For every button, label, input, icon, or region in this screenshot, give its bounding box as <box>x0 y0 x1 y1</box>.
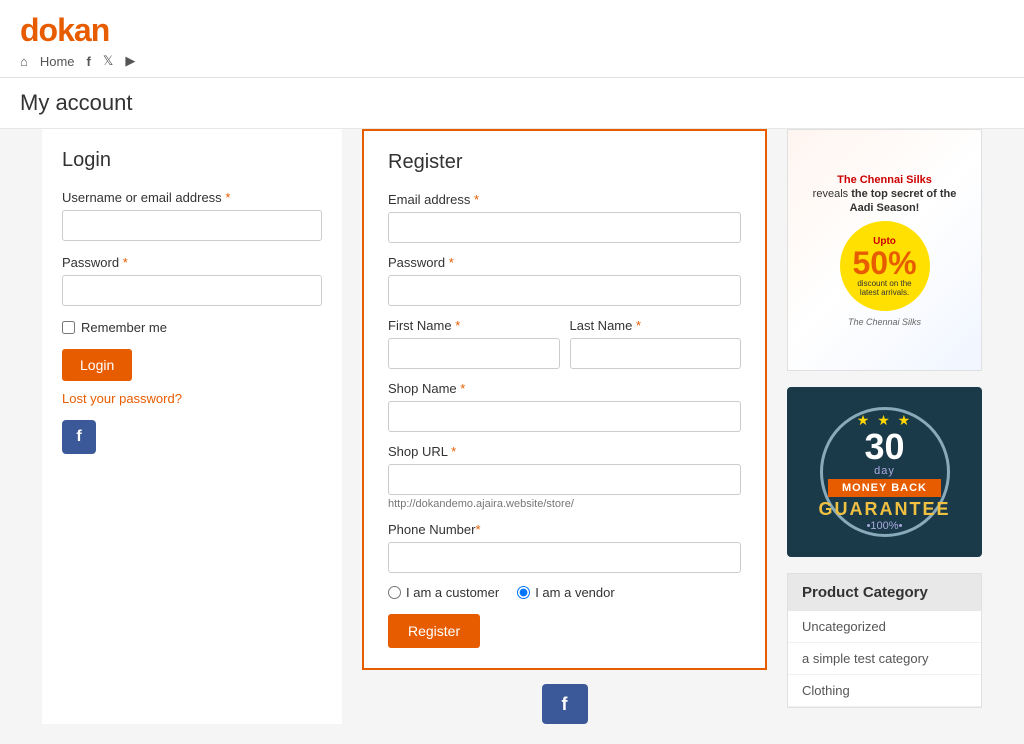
list-item: Uncategorized <box>788 611 981 643</box>
password-label: Password * <box>62 255 322 270</box>
nav-twitter[interactable]: 𝕏 <box>103 53 113 69</box>
shop-name-input[interactable] <box>388 401 741 432</box>
lost-password-link[interactable]: Lost your password? <box>62 391 322 406</box>
nav-youtube[interactable]: ▶ <box>125 53 135 69</box>
login-button[interactable]: Login <box>62 349 132 381</box>
ad-brand: The Chennai Silks <box>813 317 957 327</box>
badge-guarantee-text: GUARANTEE <box>819 499 951 520</box>
ad-banner: The Chennai Silksreveals the top secret … <box>787 129 982 371</box>
last-name-input[interactable] <box>570 338 742 369</box>
list-item: Clothing <box>788 675 981 707</box>
shop-name-label: Shop Name * <box>388 381 741 396</box>
product-category-list: Uncategorized a simple test category Clo… <box>788 611 981 707</box>
product-category-box: Product Category Uncategorized a simple … <box>787 573 982 708</box>
first-name-input[interactable] <box>388 338 560 369</box>
last-name-label: Last Name * <box>570 318 742 333</box>
badge-day-label: day <box>874 465 895 477</box>
shop-url-input[interactable] <box>388 464 741 495</box>
badge-percent: •100%• <box>867 520 903 532</box>
product-category-title: Product Category <box>788 574 981 611</box>
site-logo: dokan <box>20 12 1004 49</box>
badge-days: 30 <box>864 429 904 465</box>
list-item: a simple test category <box>788 643 981 675</box>
shop-url-hint: http://dokandemo.ajaira.website/store/ <box>388 498 741 510</box>
logo-accent: d <box>20 12 39 48</box>
ad-title: The Chennai Silksreveals the top secret … <box>813 173 957 216</box>
guarantee-badge: ★ ★ ★ 30 day MONEY BACK GUARANTEE •100%• <box>787 387 982 557</box>
sidebar: The Chennai Silksreveals the top secret … <box>787 129 982 724</box>
customer-radio-label[interactable]: I am a customer <box>388 585 499 600</box>
nav-home[interactable]: Home <box>40 54 75 69</box>
customer-radio[interactable] <box>388 586 401 599</box>
badge-money-back: MONEY BACK <box>828 479 941 497</box>
site-nav: ⌂ Home f 𝕏 ▶ <box>20 53 1004 69</box>
home-icon: ⌂ <box>20 54 28 69</box>
phone-label: Phone Number* <box>388 522 741 537</box>
remember-checkbox[interactable] <box>62 321 75 334</box>
register-heading: Register <box>388 151 741 174</box>
nav-facebook[interactable]: f <box>87 54 91 69</box>
category-simple-test[interactable]: a simple test category <box>788 643 981 674</box>
email-input[interactable] <box>388 212 741 243</box>
facebook-login-button[interactable]: f <box>62 420 96 454</box>
ad-percent: 50% <box>852 247 916 279</box>
phone-input[interactable] <box>388 542 741 573</box>
password-input[interactable] <box>62 275 322 306</box>
username-input[interactable] <box>62 210 322 241</box>
register-section: Register Email address * Password * <box>362 129 767 724</box>
page-title: My account <box>20 90 1004 116</box>
login-section: Login Username or email address * Passwo… <box>42 129 342 724</box>
register-button[interactable]: Register <box>388 614 480 648</box>
first-name-label: First Name * <box>388 318 560 333</box>
login-heading: Login <box>62 149 322 172</box>
vendor-radio-label[interactable]: I am a vendor <box>517 585 615 600</box>
username-label: Username or email address * <box>62 190 322 205</box>
shop-url-label: Shop URL * <box>388 444 741 459</box>
category-clothing[interactable]: Clothing <box>788 675 981 706</box>
category-uncategorized[interactable]: Uncategorized <box>788 611 981 642</box>
vendor-radio[interactable] <box>517 586 530 599</box>
email-label: Email address * <box>388 192 741 207</box>
reg-password-label: Password * <box>388 255 741 270</box>
remember-label: Remember me <box>81 320 167 335</box>
facebook-register-button[interactable]: f <box>542 684 588 724</box>
ad-sub: discount on thelatest arrivals. <box>857 279 911 297</box>
reg-password-input[interactable] <box>388 275 741 306</box>
